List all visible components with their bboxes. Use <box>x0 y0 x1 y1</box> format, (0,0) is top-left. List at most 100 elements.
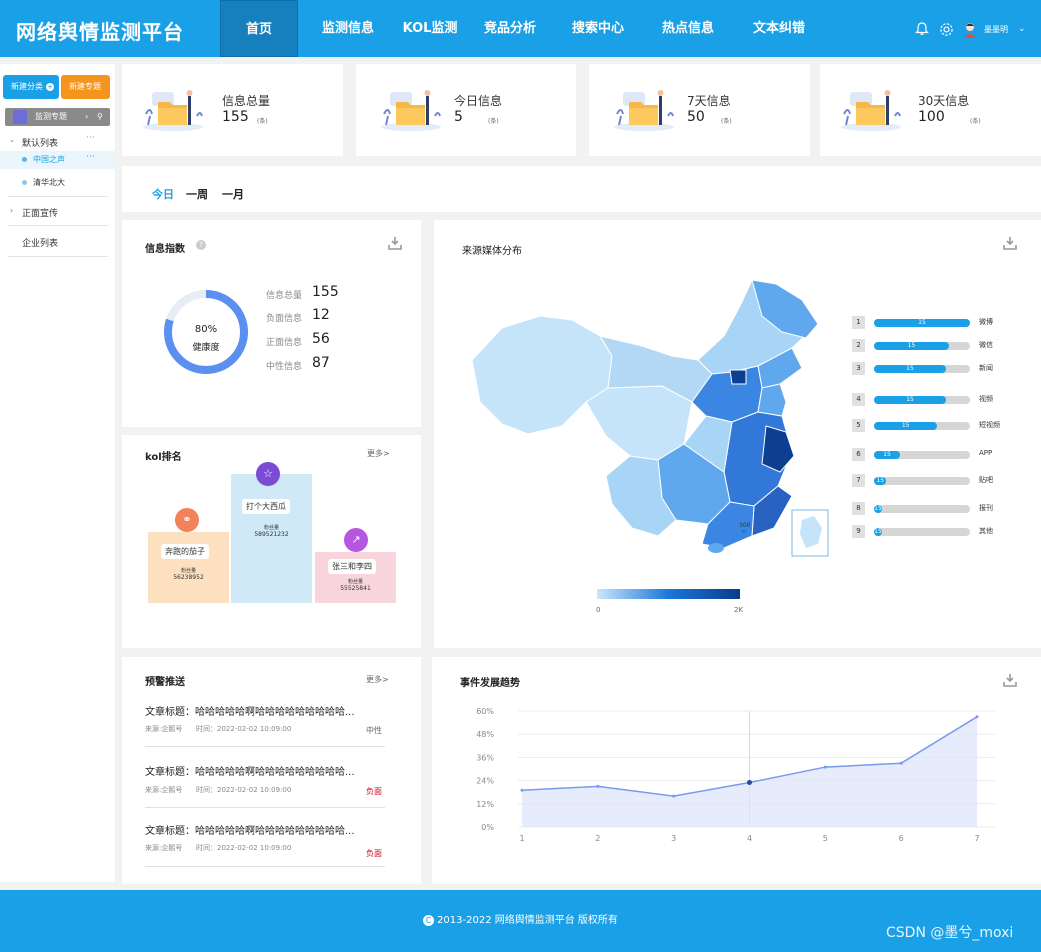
nav-competitor[interactable]: 竞品分析 <box>474 0 546 57</box>
rank-label: 视频 <box>979 395 993 403</box>
star-icon: ☆ <box>256 462 280 486</box>
media-distribution-card: 来源媒体分布 300 0 2K 1 15 微博 2 15 微信 3 15 新闻 4 15 视频 5 15 短… <box>434 220 1041 648</box>
download-icon[interactable] <box>388 236 402 250</box>
username[interactable]: 墨墨明 <box>984 24 1008 35</box>
tab-month[interactable]: 一月 <box>222 186 244 202</box>
rank-bar[interactable]: 15 <box>874 451 970 459</box>
kol-name: 张三和李四 <box>328 559 376 574</box>
tab-today[interactable]: 今日 <box>152 186 174 202</box>
copyright-text: 2013-2022 网络舆情监测平台 版权所有 <box>437 915 618 926</box>
kol-icon: ⚭ <box>175 508 199 532</box>
plus-icon: + <box>46 82 54 91</box>
china-map[interactable] <box>462 276 832 560</box>
health-percent: 80% <box>194 324 218 335</box>
folder-illustration-icon <box>381 90 441 131</box>
news-source: 来源:企鹅号 <box>145 844 183 852</box>
map-marker-label: 300 <box>739 522 751 529</box>
rank-label: 贴吧 <box>979 476 993 484</box>
more-icon[interactable]: ··· <box>86 152 95 162</box>
x-tick-label: 1 <box>519 834 524 843</box>
rank-bar-fill: 15 <box>874 319 970 327</box>
nav-home[interactable]: 首页 <box>220 0 298 57</box>
rank-number: 3 <box>852 362 865 375</box>
divider <box>8 256 108 257</box>
rank-label: 微信 <box>979 341 993 349</box>
y-tick-label: 12% <box>476 800 494 809</box>
more-icon[interactable]: ··· <box>86 133 95 143</box>
y-tick-label: 24% <box>476 777 494 786</box>
index-value: 12 <box>312 307 330 323</box>
rank-bar[interactable]: 15 <box>874 365 970 373</box>
list-item[interactable]: 清华北大 <box>0 174 115 192</box>
media-title: 来源媒体分布 <box>462 246 522 257</box>
kol-more-link[interactable]: 更多> <box>367 448 390 459</box>
monitor-topic-header[interactable]: 监测专题 › ⚲ <box>5 108 110 126</box>
news-title[interactable]: 文章标题：哈哈哈哈哈啊哈哈哈哈哈哈哈哈哈... <box>145 703 355 718</box>
chevron-right-icon[interactable]: › <box>10 206 13 215</box>
group-positive[interactable]: 正面宣传 <box>22 206 58 219</box>
divider <box>145 866 385 867</box>
folder-illustration-icon <box>614 90 674 131</box>
rank-bar[interactable]: 15 <box>874 422 970 430</box>
help-icon[interactable]: ? <box>196 240 206 250</box>
y-tick-label: 36% <box>476 753 494 762</box>
y-tick-label: 60% <box>476 707 494 716</box>
tab-week[interactable]: 一周 <box>186 186 208 202</box>
y-tick-label: 48% <box>476 730 494 739</box>
nav-search[interactable]: 搜索中心 <box>562 0 634 57</box>
trend-chart[interactable]: 0% 12% 24% 36% 48% 60% 1 2 3 4 5 6 7 <box>432 657 1041 884</box>
rank-bar[interactable]: 15 <box>874 396 970 404</box>
map-legend-gradient[interactable] <box>597 589 740 599</box>
map-marker-icon <box>741 530 747 534</box>
group-default-list[interactable]: 默认列表 <box>22 136 58 149</box>
chevron-down-icon[interactable]: ⌄ <box>1018 24 1026 34</box>
search-icon[interactable]: ⚲ <box>97 108 103 126</box>
chevron-right-icon[interactable]: › <box>85 108 88 126</box>
data-point <box>520 788 524 792</box>
rank-number: 9 <box>852 525 865 538</box>
rank-number: 7 <box>852 474 865 487</box>
kol-fans-label: 粉丝量 <box>347 579 363 585</box>
rank-bar[interactable]: 15 <box>874 477 970 485</box>
kol-fans-value: 56238952 <box>173 574 204 581</box>
bell-icon[interactable] <box>914 22 930 38</box>
rank-label: 微博 <box>979 318 993 326</box>
rank-number: 1 <box>852 316 865 329</box>
monitor-topic-label: 监测专题 <box>35 112 67 121</box>
nav-hot[interactable]: 热点信息 <box>650 0 726 57</box>
stat-value: 5 <box>454 109 463 125</box>
news-title[interactable]: 文章标题：哈哈哈哈哈啊哈哈哈哈哈哈哈哈哈... <box>145 822 355 837</box>
rank-bar[interactable]: 15 <box>874 528 970 536</box>
info-index-title: 信息指数 <box>145 244 185 255</box>
group-enterprise[interactable]: 企业列表 <box>22 236 58 249</box>
nav-kol[interactable]: KOL监测 <box>396 0 464 57</box>
new-category-button[interactable]: 新建分类 + <box>3 75 59 99</box>
rank-bar-fill: 15 <box>874 505 882 513</box>
rank-number: 4 <box>852 393 865 406</box>
avatar[interactable] <box>962 21 978 38</box>
new-topic-button[interactable]: 新建专题+ <box>61 75 110 115</box>
y-tick-label: 0% <box>481 823 494 832</box>
rank-bar[interactable]: 15 <box>874 342 970 350</box>
stat-value: 155 <box>222 109 249 125</box>
stat-value: 50 <box>687 109 705 125</box>
download-icon[interactable] <box>1003 236 1017 250</box>
rank-bar-fill: 15 <box>874 477 887 485</box>
rank-bar[interactable]: 15 <box>874 505 970 513</box>
index-label: 负面信息 <box>266 314 303 324</box>
x-tick-label: 7 <box>974 834 979 843</box>
list-item-active[interactable]: 中国之声 ··· <box>0 151 115 169</box>
gear-icon[interactable] <box>938 22 954 38</box>
data-point <box>899 761 903 765</box>
rank-label: 短视频 <box>979 421 1000 429</box>
news-title[interactable]: 文章标题：哈哈哈哈哈啊哈哈哈哈哈哈哈哈哈... <box>145 763 355 778</box>
nav-text-correct[interactable]: 文本纠错 <box>742 0 816 57</box>
news-time: 时间：2022-02-02 10:09:00 <box>196 786 292 794</box>
kol-fans-value: 589521232 <box>254 531 289 538</box>
nav-monitor-info[interactable]: 监测信息 <box>310 0 386 57</box>
sidebar: 新建分类+ 新建专题+ 监测专题 › ⚲ ⌄ 默认列表 ··· 中国之声 ···… <box>0 64 115 882</box>
rank-bar[interactable]: 15 <box>874 319 970 327</box>
warning-title: 预警推送 <box>145 677 185 688</box>
warning-more-link[interactable]: 更多> <box>366 674 389 685</box>
tree-toggle-icon[interactable]: ⌄ <box>9 136 15 144</box>
